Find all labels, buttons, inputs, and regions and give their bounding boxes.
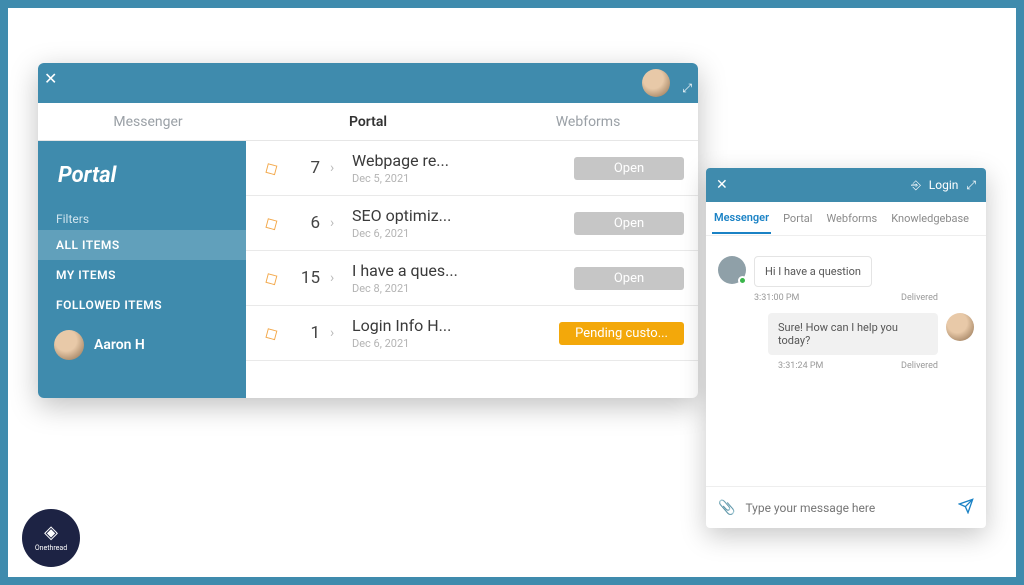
message-status: Delivered xyxy=(901,361,938,371)
message-bubble: Hi I have a question xyxy=(754,256,872,287)
ticket-body: Webpage re... Dec 5, 2021 xyxy=(352,151,564,185)
close-icon[interactable]: ✕ xyxy=(44,69,57,88)
ticket-body: SEO optimiz... Dec 6, 2021 xyxy=(352,206,564,240)
ticket-date: Dec 6, 2021 xyxy=(352,227,564,240)
login-icon: ⎆ xyxy=(911,178,921,193)
ticket-body: Login Info H... Dec 6, 2021 xyxy=(352,316,549,350)
ticket-list: ◇ 7 › Webpage re... Dec 5, 2021 Open ◇ 6 › SEO op… xyxy=(246,141,698,398)
brand-name: Onethread xyxy=(35,544,67,552)
ticket-date: Dec 5, 2021 xyxy=(352,172,564,185)
user-avatar-icon xyxy=(718,256,746,284)
sidebar-item-all[interactable]: ALL ITEMS xyxy=(38,230,246,260)
tab-messenger[interactable]: Messenger xyxy=(38,103,258,140)
sidebar-user-name: Aaron H xyxy=(94,337,145,353)
ticket-title: Webpage re... xyxy=(352,151,564,170)
ticket-row[interactable]: ◇ 15 › I have a ques... Dec 8, 2021 Open xyxy=(246,251,698,306)
ticket-body: I have a ques... Dec 8, 2021 xyxy=(352,261,564,295)
message-time: 3:31:00 PM xyxy=(754,293,799,303)
message-status: Delivered xyxy=(901,293,938,303)
ticket-icon: ◇ xyxy=(256,318,286,347)
ticket-number: 7 xyxy=(292,158,320,178)
chevron-right-icon: › xyxy=(330,270,342,286)
chevron-right-icon: › xyxy=(330,215,342,231)
send-icon[interactable] xyxy=(958,498,974,518)
tab-webforms[interactable]: Webforms xyxy=(824,204,879,233)
tab-portal[interactable]: Portal xyxy=(258,103,478,140)
tab-knowledgebase[interactable]: Knowledgebase xyxy=(889,204,971,233)
message-meta: 3:31:24 PM Delivered xyxy=(718,359,974,381)
ticket-title: I have a ques... xyxy=(352,261,564,280)
chevron-right-icon: › xyxy=(330,160,342,176)
message-bubble: Sure! How can I help you today? xyxy=(768,313,938,355)
cube-icon: ◈ xyxy=(44,524,58,542)
portal-panel: ✕ ⤢ Messenger Portal Webforms Portal Fil… xyxy=(38,63,698,398)
ticket-row[interactable]: ◇ 6 › SEO optimiz... Dec 6, 2021 Open xyxy=(246,196,698,251)
ticket-row[interactable]: ◇ 7 › Webpage re... Dec 5, 2021 Open xyxy=(246,141,698,196)
chevron-right-icon: › xyxy=(330,325,342,341)
message-time: 3:31:24 PM xyxy=(778,361,823,371)
tab-portal[interactable]: Portal xyxy=(781,204,814,233)
ticket-number: 6 xyxy=(292,213,320,233)
portal-header: ✕ ⤢ xyxy=(38,63,698,103)
ticket-number: 1 xyxy=(292,323,320,343)
ticket-title: SEO optimiz... xyxy=(352,206,564,225)
message-row: Hi I have a question xyxy=(718,256,974,287)
ticket-number: 15 xyxy=(292,268,320,288)
ticket-title: Login Info H... xyxy=(352,316,549,335)
status-badge: Open xyxy=(574,212,684,235)
messenger-body: Hi I have a question 3:31:00 PM Delivere… xyxy=(706,236,986,486)
close-icon[interactable]: ✕ xyxy=(716,177,728,193)
portal-sidebar: Portal Filters ALL ITEMS MY ITEMS FOLLOW… xyxy=(38,141,246,398)
ticket-icon: ◇ xyxy=(256,153,286,182)
message-row: Sure! How can I help you today? xyxy=(718,313,974,355)
tab-webforms[interactable]: Webforms xyxy=(478,103,698,140)
portal-tabs: Messenger Portal Webforms xyxy=(38,103,698,141)
sidebar-user[interactable]: Aaron H xyxy=(38,320,246,370)
login-button[interactable]: Login xyxy=(929,178,959,192)
expand-icon[interactable]: ⤢ xyxy=(682,81,692,96)
messenger-tabs: Messenger Portal Webforms Knowledgebase xyxy=(706,202,986,236)
expand-icon[interactable]: ⤢ xyxy=(966,178,976,193)
ticket-date: Dec 6, 2021 xyxy=(352,337,549,350)
messenger-panel: ✕ ⎆ Login ⤢ Messenger Portal Webforms Kn… xyxy=(706,168,986,528)
avatar[interactable] xyxy=(642,69,670,97)
ticket-row[interactable]: ◇ 1 › Login Info H... Dec 6, 2021 Pending cus… xyxy=(246,306,698,361)
message-meta: 3:31:00 PM Delivered xyxy=(718,291,974,313)
status-badge: Pending custo... xyxy=(559,322,684,345)
message-input[interactable] xyxy=(745,501,948,515)
onethread-logo: ◈ Onethread xyxy=(22,509,80,567)
avatar xyxy=(54,330,84,360)
agent-avatar-icon xyxy=(946,313,974,341)
sidebar-filters-label: Filters xyxy=(38,208,246,230)
sidebar-item-my[interactable]: MY ITEMS xyxy=(38,260,246,290)
sidebar-item-followed[interactable]: FOLLOWED ITEMS xyxy=(38,290,246,320)
messenger-input-bar: 📎 xyxy=(706,486,986,528)
tab-messenger[interactable]: Messenger xyxy=(712,203,771,234)
sidebar-title: Portal xyxy=(38,153,246,208)
ticket-icon: ◇ xyxy=(256,208,286,237)
ticket-date: Dec 8, 2021 xyxy=(352,282,564,295)
portal-body: Portal Filters ALL ITEMS MY ITEMS FOLLOW… xyxy=(38,141,698,398)
ticket-icon: ◇ xyxy=(256,263,286,292)
status-badge: Open xyxy=(574,157,684,180)
messenger-header: ✕ ⎆ Login ⤢ xyxy=(706,168,986,202)
status-badge: Open xyxy=(574,267,684,290)
attachment-icon[interactable]: 📎 xyxy=(718,500,735,516)
